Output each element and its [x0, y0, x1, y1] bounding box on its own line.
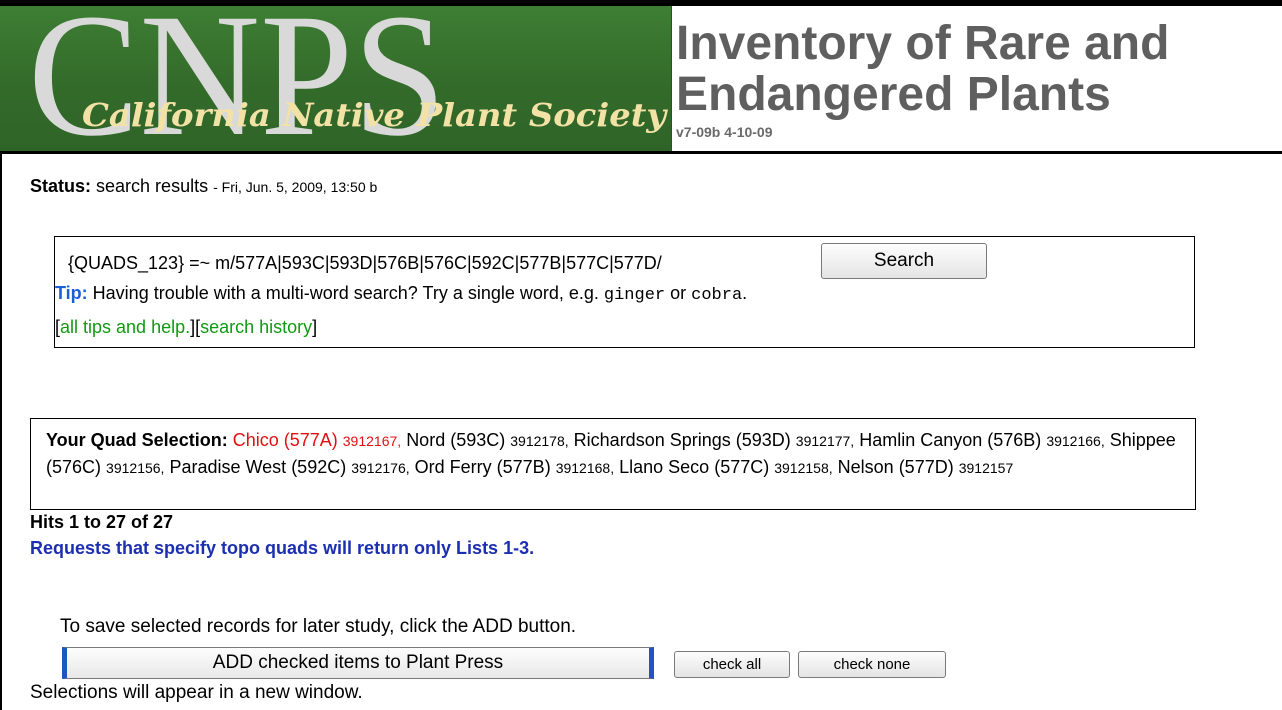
bracket-mid: ][ [190, 317, 201, 337]
check-none-button[interactable]: check none [798, 651, 946, 678]
save-instructions: To save selected records for later study… [60, 616, 577, 637]
help-links: [all tips and help.][search history] [55, 317, 317, 338]
quad-request-note: Requests that specify topo quads will re… [30, 538, 535, 558]
quad-name: Nelson (577D) [837, 457, 954, 477]
status-label: Status: [30, 176, 92, 196]
quad-name: Chico (577A) [232, 430, 338, 450]
tip-example-cobra: cobra [691, 286, 743, 305]
tip-line: Tip: Having trouble with a multi-word se… [55, 283, 747, 305]
search-button[interactable]: Search [821, 243, 987, 279]
left-border [0, 154, 2, 710]
tip-example-ginger: ginger [603, 286, 666, 305]
quad-code: 3912178, [510, 433, 569, 449]
status-value: search results [96, 176, 209, 196]
tip-label: Tip: [55, 283, 88, 303]
header-divider [0, 151, 1282, 154]
quad-code: 3912157 [958, 460, 1014, 476]
quad-code: 3912166, [1046, 433, 1105, 449]
quad-code: 3912167, [342, 433, 402, 449]
page-title-line1: Inventory of Rare and [676, 17, 1170, 70]
quad-name: Hamlin Canyon (576B) [859, 430, 1042, 450]
quad-name: Paradise West (592C) [169, 457, 347, 477]
search-history-link[interactable]: search history [200, 317, 312, 337]
page-title-line2: Endangered Plants [676, 68, 1111, 121]
quad-name: Llano Seco (577C) [619, 457, 770, 477]
version-label: v7-09b 4-10-09 [676, 124, 773, 140]
quad-code: 3912168, [555, 460, 615, 476]
quad-selection-panel: Your Quad Selection: Chico (577A) 391216… [30, 418, 1196, 510]
status-line: Status: search results - Fri, Jun. 5, 20… [30, 176, 377, 197]
quad-code: 3912156, [106, 460, 165, 476]
quad-selection-label: Your Quad Selection: [46, 430, 228, 450]
bracket-close: ] [312, 317, 318, 337]
add-to-plant-press-button[interactable]: ADD checked items to Plant Press [62, 647, 654, 679]
tip-text: Having trouble with a multi-word search?… [87, 283, 604, 303]
page-title: Inventory of Rare and Endangered Plants [676, 18, 1236, 120]
quad-name: Richardson Springs (593D) [573, 430, 791, 450]
tip-end: . [742, 283, 748, 303]
status-timestamp: - Fri, Jun. 5, 2009, 13:50 b [213, 179, 378, 195]
page-header: CNPS California Native Plant Society Inv… [0, 6, 1282, 152]
hits-count: Hits 1 to 27 of 27 [30, 512, 174, 532]
search-panel: Search Tip: Having trouble with a multi-… [54, 236, 1195, 348]
quad-name: Nord (593C) [406, 430, 506, 450]
check-all-button[interactable]: check all [674, 651, 790, 678]
quad-code: 3912158, [774, 460, 833, 476]
quad-code: 3912176, [351, 460, 410, 476]
cnps-logo[interactable]: CNPS California Native Plant Society [0, 6, 672, 151]
quad-name: Ord Ferry (577B) [414, 457, 551, 477]
selections-note: Selections will appear in a new window. [30, 682, 363, 703]
quad-code: 3912177, [795, 433, 855, 449]
all-tips-link[interactable]: all tips and help. [60, 317, 190, 337]
logo-script: California Native Plant Society [82, 96, 669, 134]
tip-or: or [665, 283, 692, 303]
search-input[interactable] [68, 249, 818, 277]
cnps-logo-graphic: CNPS California Native Plant Society [28, 6, 669, 151]
